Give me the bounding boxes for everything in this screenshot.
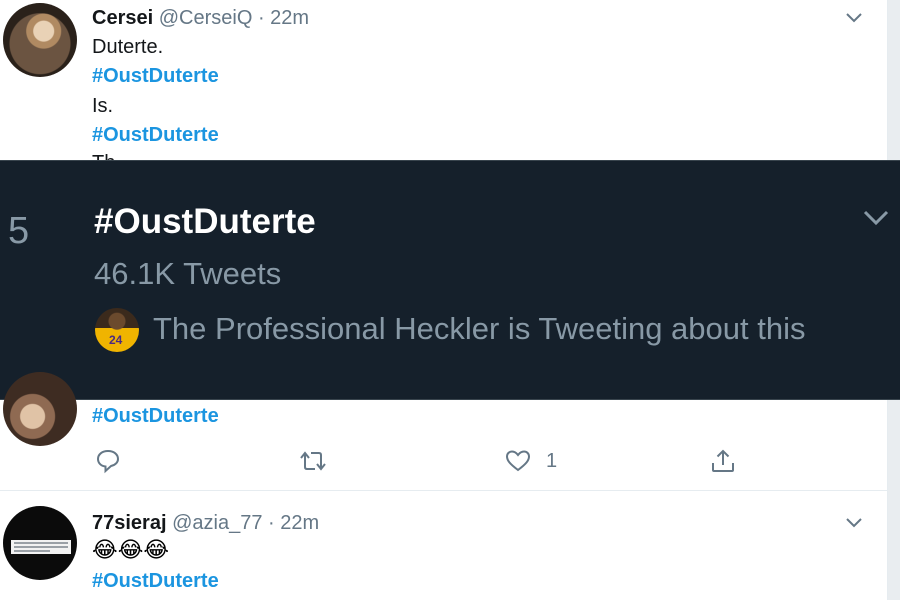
tweet-header: Cersei @CerseiQ · 22m — [92, 6, 309, 30]
reply-button[interactable] — [95, 448, 121, 474]
retweet-icon — [300, 451, 326, 471]
tweet-cersei[interactable]: Cersei @CerseiQ · 22m Duterte. #OustDute… — [0, 0, 887, 160]
avatar-jersey-number: 24 — [109, 333, 123, 347]
trend-item[interactable]: 5 #OustDuterte 46.1K Tweets 24 The Profe… — [0, 160, 900, 400]
hashtag-link[interactable]: #OustDuterte — [92, 569, 219, 593]
author-handle[interactable]: @azia_77 — [172, 512, 262, 534]
share-icon — [712, 449, 734, 472]
trend-rank: 5 — [8, 210, 30, 252]
context-avatar: 24 — [95, 308, 139, 352]
tweet-77sieraj[interactable]: 77sieraj @azia_77 · 22m 😂😂😂 #OustDuterte — [0, 491, 887, 600]
trend-tweet-count: 46.1K Tweets — [94, 256, 282, 291]
tweet-text-line: Duterte. — [92, 36, 164, 58]
avatar[interactable] — [3, 372, 77, 446]
trend-hashtag[interactable]: #OustDuterte — [94, 202, 316, 242]
tweet-text-line: Th — [92, 151, 115, 160]
author-name[interactable]: 77sieraj — [92, 512, 167, 534]
chevron-down-icon[interactable] — [844, 11, 864, 25]
hashtag-link[interactable]: #OustDuterte — [92, 64, 219, 88]
tweet-partial[interactable]: #OustDuterte 1 — [0, 372, 887, 490]
tweet-text-line: Is. — [92, 95, 114, 117]
chevron-down-icon[interactable] — [844, 516, 864, 530]
heart-icon — [505, 450, 531, 472]
chevron-down-icon[interactable] — [862, 209, 890, 227]
like-count: 1 — [546, 449, 558, 472]
timestamp[interactable]: 22m — [270, 7, 309, 29]
hashtag-link[interactable]: #OustDuterte — [92, 404, 219, 428]
like-button[interactable]: 1 — [505, 448, 557, 474]
separator-dot: · — [257, 7, 265, 29]
hashtag-link[interactable]: #OustDuterte — [92, 123, 219, 147]
avatar-note-image — [11, 540, 71, 554]
avatar[interactable] — [3, 506, 77, 580]
share-button[interactable] — [710, 448, 736, 474]
trend-context: The Professional Heckler is Tweeting abo… — [153, 311, 806, 346]
tweet-header: 77sieraj @azia_77 · 22m — [92, 511, 319, 535]
reply-icon — [96, 449, 120, 474]
tweet-actions: 1 — [0, 450, 887, 476]
avatar[interactable] — [3, 3, 77, 77]
emoji-text: 😂😂😂 — [92, 537, 170, 562]
separator-dot: · — [268, 512, 275, 534]
author-name[interactable]: Cersei — [92, 7, 153, 29]
timestamp[interactable]: 22m — [280, 512, 319, 534]
author-handle[interactable]: @CerseiQ — [159, 7, 253, 29]
retweet-button[interactable] — [299, 448, 327, 474]
